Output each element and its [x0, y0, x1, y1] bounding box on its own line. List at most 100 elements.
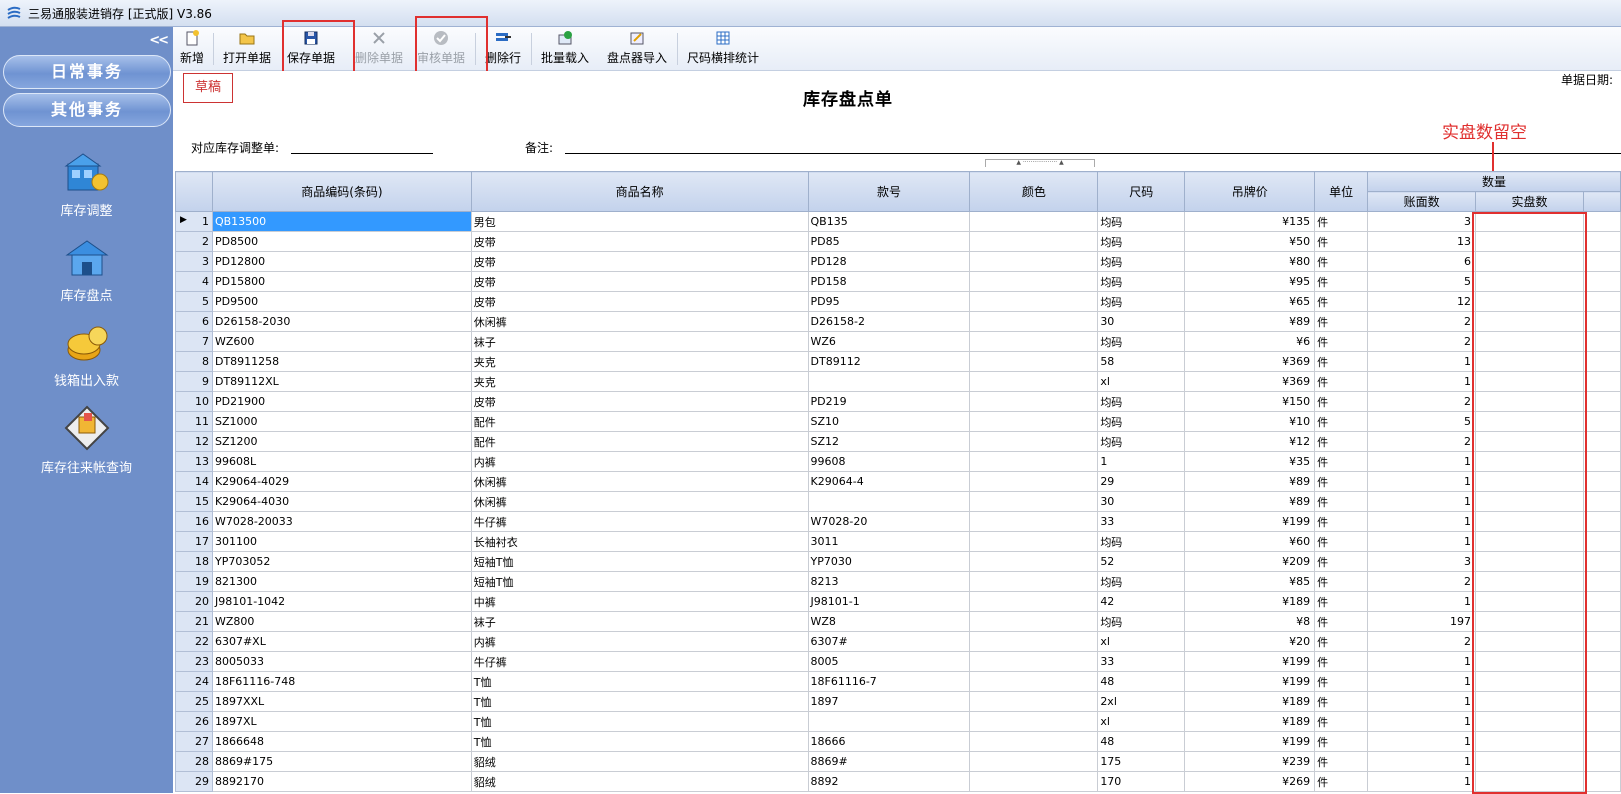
- unit-cell[interactable]: 件: [1314, 331, 1369, 352]
- adjust-doc-field[interactable]: [291, 153, 433, 154]
- actual-qty-cell[interactable]: [1475, 511, 1584, 532]
- size-cell[interactable]: 58: [1097, 351, 1186, 372]
- column-header[interactable]: 单位: [1314, 171, 1369, 212]
- size-cell[interactable]: 均码: [1097, 391, 1186, 412]
- product-code-cell[interactable]: PD9500: [211, 291, 472, 312]
- product-code-cell[interactable]: 301100: [211, 531, 472, 552]
- color-cell[interactable]: [969, 591, 1099, 612]
- size-cell[interactable]: 均码: [1097, 531, 1186, 552]
- table-row[interactable]: 29 8892170 貂绒 8892 170 ¥269 件 1: [175, 771, 1621, 792]
- tag-price-cell[interactable]: ¥6: [1184, 331, 1316, 352]
- sidebar-item-ledger-query[interactable]: 库存往来帐查询: [0, 405, 173, 476]
- tag-price-cell[interactable]: ¥239: [1184, 751, 1316, 772]
- size-cell[interactable]: 均码: [1097, 291, 1186, 312]
- book-qty-cell[interactable]: 1: [1367, 511, 1477, 532]
- table-row[interactable]: 11 SZ1000 配件 SZ10 均码 ¥10 件 5: [175, 411, 1621, 432]
- product-name-cell[interactable]: 中裤: [470, 591, 809, 612]
- table-row[interactable]: 23 8005033 牛仔裤 8005 33 ¥199 件 1: [175, 651, 1621, 672]
- book-qty-cell[interactable]: 2: [1367, 311, 1477, 332]
- table-row[interactable]: 19 821300 短袖T恤 8213 均码 ¥85 件 2: [175, 571, 1621, 592]
- size-cell[interactable]: 均码: [1097, 331, 1186, 352]
- product-name-cell[interactable]: 貂绒: [470, 771, 809, 792]
- unit-cell[interactable]: 件: [1314, 411, 1369, 432]
- size-cell[interactable]: 均码: [1097, 211, 1186, 232]
- color-cell[interactable]: [969, 211, 1099, 232]
- actual-qty-cell[interactable]: [1475, 531, 1584, 552]
- actual-qty-cell[interactable]: [1475, 591, 1584, 612]
- size-cell[interactable]: 30: [1097, 491, 1186, 512]
- actual-qty-cell[interactable]: [1475, 291, 1584, 312]
- color-cell[interactable]: [969, 531, 1099, 552]
- actual-qty-cell[interactable]: [1475, 671, 1584, 692]
- unit-cell[interactable]: 件: [1314, 271, 1369, 292]
- product-code-cell[interactable]: 1866648: [211, 731, 472, 752]
- column-header[interactable]: 商品名称: [470, 171, 809, 212]
- size-cell[interactable]: 均码: [1097, 611, 1186, 632]
- color-cell[interactable]: [969, 751, 1099, 772]
- product-code-cell[interactable]: 99608L: [211, 451, 472, 472]
- book-qty-cell[interactable]: 1: [1367, 671, 1477, 692]
- product-name-cell[interactable]: 休闲裤: [470, 491, 809, 512]
- tag-price-cell[interactable]: ¥189: [1184, 711, 1316, 732]
- table-row[interactable]: 4 PD15800 皮带 PD158 均码 ¥95 件 5: [175, 271, 1621, 292]
- style-no-cell[interactable]: SZ12: [807, 431, 971, 452]
- product-name-cell[interactable]: 貂绒: [470, 751, 809, 772]
- color-cell[interactable]: [969, 551, 1099, 572]
- tag-price-cell[interactable]: ¥369: [1184, 351, 1316, 372]
- open-document-button[interactable]: 打开单据: [219, 29, 275, 69]
- product-code-cell[interactable]: 1897XXL: [211, 691, 472, 712]
- product-code-cell[interactable]: K29064-4029: [211, 471, 472, 492]
- actual-qty-cell[interactable]: [1475, 751, 1584, 772]
- style-no-cell[interactable]: YP7030: [807, 551, 971, 572]
- splitter-handle[interactable]: ▲ ·················· ▲: [985, 159, 1095, 167]
- collapse-sidebar-button[interactable]: <<: [149, 33, 169, 48]
- table-row[interactable]: 9 DT89112XL 夹克 xl ¥369 件 1: [175, 371, 1621, 392]
- book-qty-cell[interactable]: 1: [1367, 531, 1477, 552]
- unit-cell[interactable]: 件: [1314, 351, 1369, 372]
- tag-price-cell[interactable]: ¥89: [1184, 471, 1316, 492]
- product-code-cell[interactable]: 8005033: [211, 651, 472, 672]
- delete-document-button[interactable]: 删除单据: [351, 29, 407, 69]
- product-code-cell[interactable]: D26158-2030: [211, 311, 472, 332]
- nav-other-affairs-button[interactable]: 其他事务: [3, 93, 171, 127]
- unit-cell[interactable]: 件: [1314, 491, 1369, 512]
- color-cell[interactable]: [969, 291, 1099, 312]
- color-cell[interactable]: [969, 731, 1099, 752]
- product-code-cell[interactable]: 821300: [211, 571, 472, 592]
- tag-price-cell[interactable]: ¥150: [1184, 391, 1316, 412]
- sidebar-item-inventory-count[interactable]: 库存盘点: [0, 237, 173, 304]
- table-row[interactable]: 14 K29064-4029 休闲裤 K29064-4 29 ¥89 件 1: [175, 471, 1621, 492]
- size-cell[interactable]: 30: [1097, 311, 1186, 332]
- product-code-cell[interactable]: 8892170: [211, 771, 472, 792]
- book-qty-cell[interactable]: 2: [1367, 631, 1477, 652]
- table-row[interactable]: 2 PD8500 皮带 PD85 均码 ¥50 件 13: [175, 231, 1621, 252]
- tag-price-cell[interactable]: ¥199: [1184, 731, 1316, 752]
- product-code-cell[interactable]: SZ1000: [211, 411, 472, 432]
- book-qty-cell[interactable]: 1: [1367, 591, 1477, 612]
- tag-price-cell[interactable]: ¥12: [1184, 431, 1316, 452]
- product-code-cell[interactable]: WZ600: [211, 331, 472, 352]
- color-cell[interactable]: [969, 571, 1099, 592]
- product-name-cell[interactable]: 牛仔裤: [470, 651, 809, 672]
- actual-qty-cell[interactable]: [1475, 371, 1584, 392]
- style-no-cell[interactable]: WZ6: [807, 331, 971, 352]
- style-no-cell[interactable]: DT89112: [807, 351, 971, 372]
- tag-price-cell[interactable]: ¥199: [1184, 511, 1316, 532]
- style-no-cell[interactable]: 8892: [807, 771, 971, 792]
- unit-cell[interactable]: 件: [1314, 711, 1369, 732]
- product-code-cell[interactable]: DT89112XL: [211, 371, 472, 392]
- style-no-cell[interactable]: PD95: [807, 291, 971, 312]
- product-name-cell[interactable]: 长袖衬衣: [470, 531, 809, 552]
- book-qty-cell[interactable]: 2: [1367, 431, 1477, 452]
- color-cell[interactable]: [969, 691, 1099, 712]
- product-name-cell[interactable]: 皮带: [470, 391, 809, 412]
- style-no-cell[interactable]: PD158: [807, 271, 971, 292]
- product-code-cell[interactable]: 18F61116-748: [211, 671, 472, 692]
- column-header[interactable]: 尺码: [1097, 171, 1186, 212]
- actual-qty-cell[interactable]: [1475, 731, 1584, 752]
- book-qty-cell[interactable]: 1: [1367, 351, 1477, 372]
- actual-qty-cell[interactable]: [1475, 551, 1584, 572]
- product-name-cell[interactable]: T恤: [470, 691, 809, 712]
- tag-price-cell[interactable]: ¥60: [1184, 531, 1316, 552]
- table-row[interactable]: ▶ 1 QB13500 男包 QB135 均码 ¥135 件 3: [175, 211, 1621, 232]
